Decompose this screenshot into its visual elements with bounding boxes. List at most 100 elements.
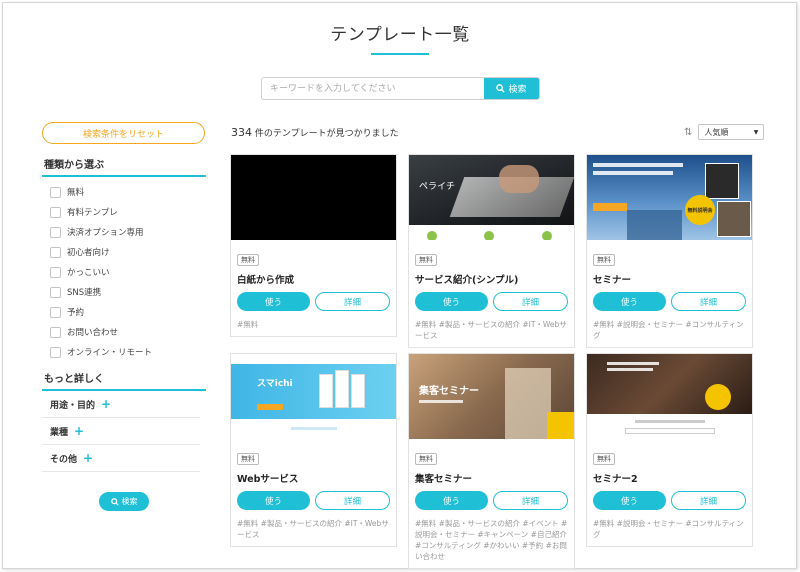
- checkbox[interactable]: [50, 286, 61, 298]
- reset-filters-button[interactable]: 検索条件をリセット: [42, 122, 205, 144]
- template-card: ペライチ 無料 サービス紹介(シンプル) 使う 詳細 #無料 #製品・サービスの…: [408, 154, 575, 348]
- detail-button[interactable]: 詳細: [493, 491, 568, 510]
- result-count-suffix: 件のテンプレートが見つかりました: [254, 129, 399, 139]
- checkbox[interactable]: [50, 326, 61, 338]
- checkbox-item[interactable]: お問い合わせ: [42, 322, 206, 342]
- detail-button[interactable]: 詳細: [671, 491, 746, 510]
- template-thumbnail[interactable]: 集客セミナー: [409, 354, 574, 439]
- checkbox-item[interactable]: SNS連携: [42, 282, 206, 302]
- thumb-text: ペライチ: [419, 182, 456, 192]
- search-button[interactable]: 検索: [484, 78, 539, 99]
- person-photo: [705, 163, 739, 199]
- search-icon: [496, 84, 506, 93]
- template-card: 無料説明会 無料 セミナー 使う 詳細 #無料 #説明会・セミナー #コンサルテ…: [586, 154, 753, 348]
- card-tags: #無料 #製品・サービスの紹介 #イベント #説明会・セミナー #キャンペーン …: [415, 519, 568, 561]
- type-section-heading: 種類から選ぶ: [42, 156, 206, 177]
- template-thumbnail[interactable]: 無料説明会: [587, 155, 752, 240]
- badge-circle: [705, 384, 731, 410]
- form-field: [625, 428, 715, 434]
- sort-icon: ⇅: [684, 126, 693, 138]
- thumb-text: 集客セミナー: [419, 386, 479, 397]
- sort-select[interactable]: 人気順 ▼: [698, 124, 765, 140]
- expand-label: 業種: [50, 427, 69, 438]
- template-thumbnail[interactable]: スマichi: [231, 354, 396, 439]
- yellow-badge: [547, 412, 574, 439]
- checkbox-label: お問い合わせ: [67, 328, 119, 338]
- caption-bar: [635, 420, 705, 423]
- plus-icon: +: [101, 397, 112, 411]
- hero-band: [231, 364, 396, 419]
- person-image: [505, 368, 551, 439]
- checkbox-item[interactable]: 予約: [42, 302, 206, 322]
- detail-button[interactable]: 詳細: [671, 292, 746, 311]
- expand-industry[interactable]: 業種 +: [42, 418, 200, 445]
- use-button[interactable]: 使う: [415, 292, 488, 311]
- checkbox[interactable]: [50, 206, 61, 218]
- card-tags: #無料 #製品・サービスの紹介 #IT・Webサービス: [237, 519, 389, 539]
- sort-control: ⇅ 人気順 ▼: [684, 124, 765, 140]
- search-icon: [110, 497, 119, 506]
- card-title: Webサービス: [237, 474, 299, 485]
- sidebar-search-button[interactable]: 検索: [99, 492, 149, 511]
- use-button[interactable]: 使う: [415, 491, 488, 510]
- cta-button: [257, 404, 283, 410]
- free-badge: 無料: [237, 453, 259, 465]
- phone-mockup: [335, 370, 349, 408]
- template-card: 集客セミナー 無料 集客セミナー 使う 詳細 #無料 #製品・サービスの紹介 #…: [408, 353, 575, 569]
- checkbox[interactable]: [50, 346, 61, 358]
- expand-label: 用途・目的: [50, 400, 96, 411]
- type-checkbox-list: 無料 有料テンプレ 決済オプション専用 初心者向け かっこいい SNS連携 予約…: [42, 182, 206, 362]
- use-button[interactable]: 使う: [237, 292, 310, 311]
- checkbox-label: 予約: [67, 308, 85, 318]
- checkbox-item[interactable]: 無料: [42, 182, 206, 202]
- checkbox-item[interactable]: 初心者向け: [42, 242, 206, 262]
- template-thumbnail[interactable]: [231, 155, 396, 240]
- plus-icon: +: [74, 424, 85, 438]
- use-button[interactable]: 使う: [593, 491, 666, 510]
- subtitle-bar: [419, 400, 463, 403]
- checkbox-item[interactable]: 決済オプション専用: [42, 222, 206, 242]
- result-count-number: 334: [231, 126, 252, 139]
- checkbox-item[interactable]: かっこいい: [42, 262, 206, 282]
- free-badge: 無料: [593, 254, 615, 266]
- use-button[interactable]: 使う: [237, 491, 310, 510]
- use-button[interactable]: 使う: [593, 292, 666, 311]
- expand-other[interactable]: その他 +: [42, 445, 200, 472]
- detail-button[interactable]: 詳細: [315, 292, 390, 311]
- free-badge: 無料: [415, 254, 437, 266]
- checkbox[interactable]: [50, 246, 61, 258]
- template-thumbnail[interactable]: ペライチ: [409, 155, 574, 240]
- checkbox[interactable]: [50, 266, 61, 278]
- detail-button[interactable]: 詳細: [315, 491, 390, 510]
- checkbox-label: 無料: [67, 188, 85, 198]
- hands-image: [499, 165, 539, 193]
- more-section-heading: もっと詳しく: [42, 370, 206, 391]
- card-tags: #無料: [237, 320, 259, 329]
- checkbox-item[interactable]: オンライン・リモート: [42, 342, 206, 362]
- thumb-text: 無料説明会: [687, 207, 713, 214]
- filter-sidebar: 検索条件をリセット 種類から選ぶ 無料 有料テンプレ 決済オプション専用 初心者…: [42, 122, 206, 511]
- headline-bar: [593, 163, 683, 167]
- checkbox[interactable]: [50, 226, 61, 238]
- checkbox-item[interactable]: 有料テンプレ: [42, 202, 206, 222]
- template-thumbnail[interactable]: [587, 354, 752, 439]
- thumb-text: スマichi: [257, 379, 293, 389]
- search-input[interactable]: [262, 78, 484, 99]
- badge-circle: 無料説明会: [685, 195, 715, 225]
- plus-icon: +: [83, 451, 94, 465]
- phone-mockup: [351, 374, 365, 408]
- card-tags: #無料 #説明会・セミナー #コンサルティング: [593, 320, 744, 340]
- template-card: 無料 白紙から作成 使う 詳細 #無料: [230, 154, 397, 337]
- sidebar-search-label: 検索: [121, 497, 138, 506]
- checkbox[interactable]: [50, 186, 61, 198]
- headline-bar: [607, 368, 653, 371]
- detail-button[interactable]: 詳細: [493, 292, 568, 311]
- card-title: サービス紹介(シンプル): [415, 275, 519, 286]
- card-title: 白紙から作成: [237, 275, 295, 286]
- template-card: 無料 セミナー2 使う 詳細 #無料 #説明会・セミナー #コンサルティング: [586, 353, 753, 547]
- checkbox-label: オンライン・リモート: [67, 348, 153, 358]
- checkbox[interactable]: [50, 306, 61, 318]
- expand-purpose[interactable]: 用途・目的 +: [42, 391, 200, 418]
- circle-icon: [542, 231, 552, 240]
- page-title: テンプレート一覧: [330, 25, 470, 45]
